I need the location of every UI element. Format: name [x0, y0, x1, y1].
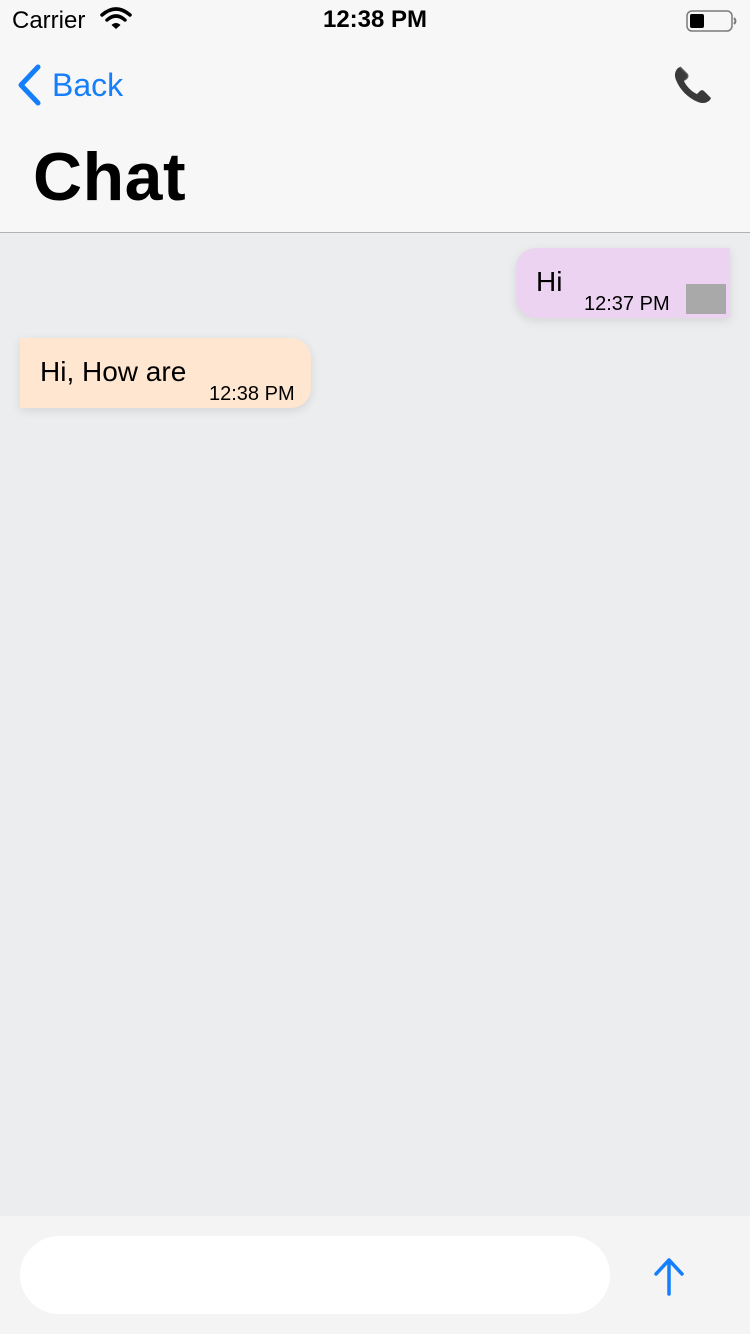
navigation-bar: Back Chat — [0, 40, 750, 233]
incoming-message-bubble[interactable]: Hi, How are 12:38 PM — [20, 338, 311, 408]
chat-screen: Carrier 12:38 PM Back Chat Hi 12:37 PM H… — [0, 0, 750, 1334]
outgoing-message-bubble[interactable]: Hi 12:37 PM — [516, 248, 730, 318]
arrow-up-icon — [654, 1258, 684, 1296]
message-text: Hi, How are — [40, 356, 187, 387]
status-time: 12:38 PM — [322, 6, 428, 33]
message-status-indicator — [686, 284, 726, 314]
message-list[interactable]: Hi 12:37 PM Hi, How are 12:38 PM — [0, 234, 750, 1216]
back-button[interactable]: Back — [16, 62, 123, 108]
message-timestamp: 12:37 PM — [584, 293, 670, 315]
back-label: Back — [52, 66, 124, 103]
message-timestamp: 12:38 PM — [209, 383, 295, 405]
message-text: Hi — [536, 266, 563, 297]
message-input[interactable] — [20, 1236, 610, 1314]
page-title: Chat — [33, 139, 187, 215]
status-bar: Carrier 12:38 PM — [0, 0, 750, 40]
message-composer — [0, 1216, 750, 1334]
phone-icon — [674, 66, 711, 104]
chevron-left-icon — [18, 64, 41, 106]
call-button[interactable] — [670, 62, 720, 108]
send-button[interactable] — [644, 1252, 694, 1302]
battery-icon — [686, 10, 737, 32]
